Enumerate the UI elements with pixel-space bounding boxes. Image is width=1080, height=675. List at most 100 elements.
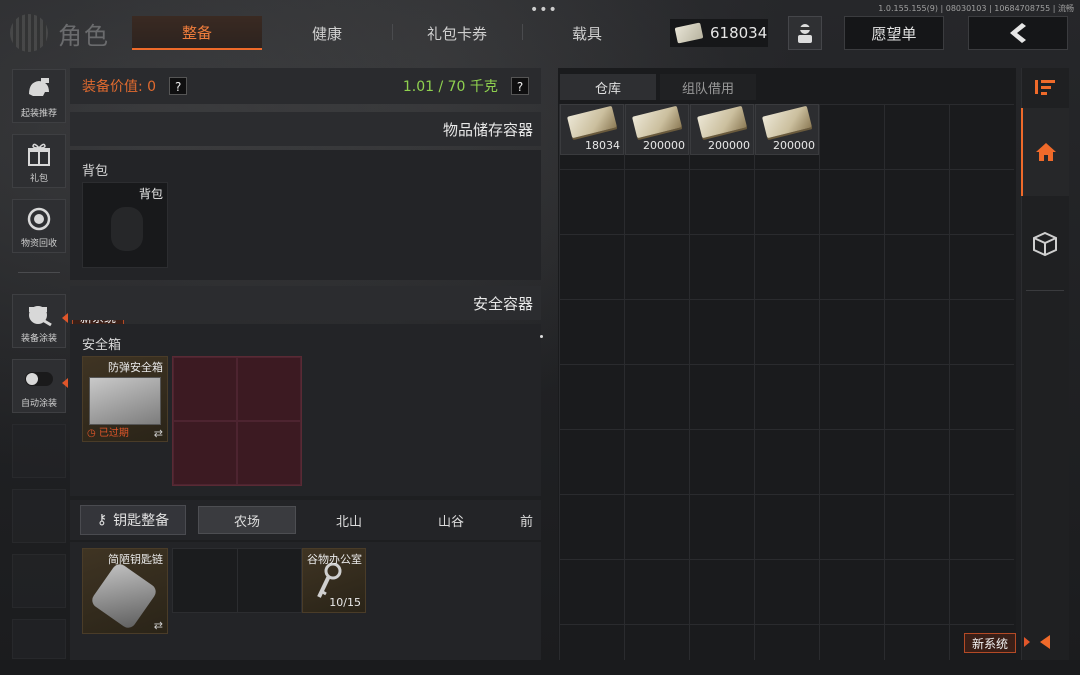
safe-section: 安全箱 防弹安全箱 ◷ 已过期 ⇄ — [70, 324, 541, 496]
collapse-button[interactable] — [1021, 628, 1069, 656]
key-slot-empty[interactable] — [172, 548, 302, 613]
chevron-left-icon — [1040, 635, 1050, 649]
help-icon[interactable]: ? — [169, 77, 188, 95]
warehouse-item[interactable]: 200000 — [625, 104, 689, 155]
key-item-name: 谷物办公室 — [307, 553, 362, 566]
sidebar-item-label: 装备涂装 — [20, 334, 57, 344]
keys-section: 简陋钥匙链 ⇄ 谷物办公室 10/15 — [70, 542, 541, 660]
helmet-icon — [29, 78, 49, 96]
sidebar-item-label: 起装推荐 — [20, 109, 57, 119]
tab-prep[interactable]: 整备 — [132, 16, 262, 50]
safe-grid-cell[interactable] — [173, 357, 237, 421]
tab-vehicles[interactable]: 载具 — [522, 16, 652, 50]
toolbar-divider — [1026, 290, 1064, 291]
crate-tab[interactable] — [1021, 200, 1069, 288]
safe-case-icon — [89, 377, 161, 425]
version-info: 1.0.155.155(9) | 08030103 | 10684708755 … — [878, 4, 1074, 13]
key-tab-valley[interactable]: 山谷 — [402, 506, 500, 534]
sidebar-item-recycle[interactable]: 物资回收 — [12, 199, 66, 253]
backpack-section: 背包 背包 — [70, 150, 541, 280]
warehouse-grid[interactable] — [559, 104, 1014, 660]
back-button[interactable] — [968, 16, 1068, 50]
sidebar-item-auto-paint[interactable]: 自动涂装 — [12, 359, 66, 413]
warehouse-item[interactable]: 200000 — [690, 104, 754, 155]
item-quantity: 200000 — [773, 139, 815, 152]
sidebar-empty-slot — [12, 554, 66, 608]
key-item-tile[interactable]: 谷物办公室 10/15 — [302, 548, 366, 613]
key-chain-tile[interactable]: 简陋钥匙链 ⇄ — [82, 548, 168, 634]
key-tab-farm[interactable]: 农场 — [198, 506, 296, 534]
recycle-icon — [27, 207, 51, 231]
home-icon — [1036, 143, 1056, 161]
help-icon[interactable]: ? — [511, 77, 529, 95]
backpack-slot-label: 背包 — [138, 187, 163, 201]
backpack-slot[interactable]: 背包 — [82, 182, 168, 268]
safe-grid-cell[interactable] — [237, 421, 301, 485]
safe-label: 安全箱 — [82, 338, 122, 353]
swap-icon[interactable]: ⇄ — [154, 427, 163, 440]
wishlist-button[interactable]: 愿望单 — [844, 16, 944, 50]
crate-icon — [1033, 231, 1057, 257]
key-icon: ⚷ — [96, 512, 108, 528]
sidebar-empty-slot — [12, 619, 66, 659]
key-tab-more[interactable]: 前 — [520, 506, 538, 534]
page-title: 角色 — [58, 22, 110, 50]
currency-value: 618034 — [710, 24, 768, 42]
backpack-placeholder-icon — [111, 207, 143, 251]
badge-arrow-icon — [62, 313, 68, 323]
safe-status-text: 已过期 — [98, 428, 129, 439]
key-chain-name: 简陋钥匙链 — [108, 553, 163, 566]
safe-item-name: 防弹安全箱 — [108, 361, 163, 374]
cash-stack-icon — [697, 105, 747, 139]
sidebar-item-paint[interactable]: 装备涂装 — [12, 294, 66, 348]
bottom-strip — [0, 660, 1080, 675]
weight-value: 1.01 / 70 千克 — [402, 79, 498, 95]
toggle-icon[interactable] — [25, 366, 53, 392]
back-arrow-icon — [1010, 23, 1026, 43]
safe-item-tile[interactable]: 防弹安全箱 ◷ 已过期 ⇄ — [82, 356, 168, 442]
sidebar-empty-slot — [12, 489, 66, 543]
cash-icon — [674, 22, 704, 44]
tab-warehouse[interactable]: 仓库 — [560, 74, 656, 100]
storage-section-header: 物品储存容器 — [70, 112, 541, 146]
clock-icon: ◷ — [87, 428, 99, 439]
gift-icon — [28, 143, 50, 166]
safe-grid-cell[interactable] — [173, 421, 237, 485]
key-prep-label: 钥匙整备 — [113, 513, 170, 529]
safe-section-header: 安全容器 — [70, 286, 541, 320]
sidebar-empty-slot — [12, 424, 66, 478]
sidebar-item-label: 物资回收 — [20, 239, 57, 249]
agent-button[interactable] — [788, 16, 822, 50]
sort-button[interactable] — [1021, 72, 1069, 102]
new-system-badge: 新系统 — [964, 633, 1016, 653]
scroll-indicator — [540, 335, 543, 338]
sidebar-item-loadout-recommend[interactable]: 起装推荐 — [12, 69, 66, 123]
safe-grid[interactable] — [172, 356, 302, 486]
safe-grid-cell[interactable] — [237, 357, 301, 421]
sort-icon — [1035, 80, 1055, 95]
swap-icon[interactable]: ⇄ — [154, 619, 163, 632]
warehouse-item[interactable]: 200000 — [755, 104, 819, 155]
tab-health[interactable]: 健康 — [262, 16, 392, 50]
sidebar-item-gift[interactable]: 礼包 — [12, 134, 66, 188]
equipment-value-label: 装备价值: 0 — [82, 79, 157, 95]
character-logo-icon — [10, 14, 48, 52]
tab-giftcards[interactable]: 礼包卡券 — [392, 16, 522, 50]
item-quantity: 200000 — [708, 139, 750, 152]
warehouse-item[interactable]: 18034 — [560, 104, 624, 155]
cash-stack-icon — [567, 105, 617, 139]
keychain-icon — [89, 561, 159, 631]
cash-stack-icon — [762, 105, 812, 139]
equipment-value-bar: 装备价值: 0 ? 1.01 / 70 千克 ? — [70, 68, 541, 104]
sidebar-divider — [18, 272, 60, 273]
item-quantity: 200000 — [643, 139, 685, 152]
cash-stack-icon — [632, 105, 682, 139]
currency-display: 618034 — [670, 19, 768, 47]
home-tab[interactable] — [1021, 108, 1069, 196]
key-tab-north-mountain[interactable]: 北山 — [300, 506, 398, 534]
tab-team-borrow[interactable]: 组队借用 — [660, 74, 756, 100]
key-item-icon — [313, 562, 343, 599]
safe-item-status: ◷ 已过期 — [87, 424, 129, 439]
key-prep-button[interactable]: ⚷ 钥匙整备 — [80, 505, 186, 535]
key-item-uses: 10/15 — [329, 596, 361, 609]
